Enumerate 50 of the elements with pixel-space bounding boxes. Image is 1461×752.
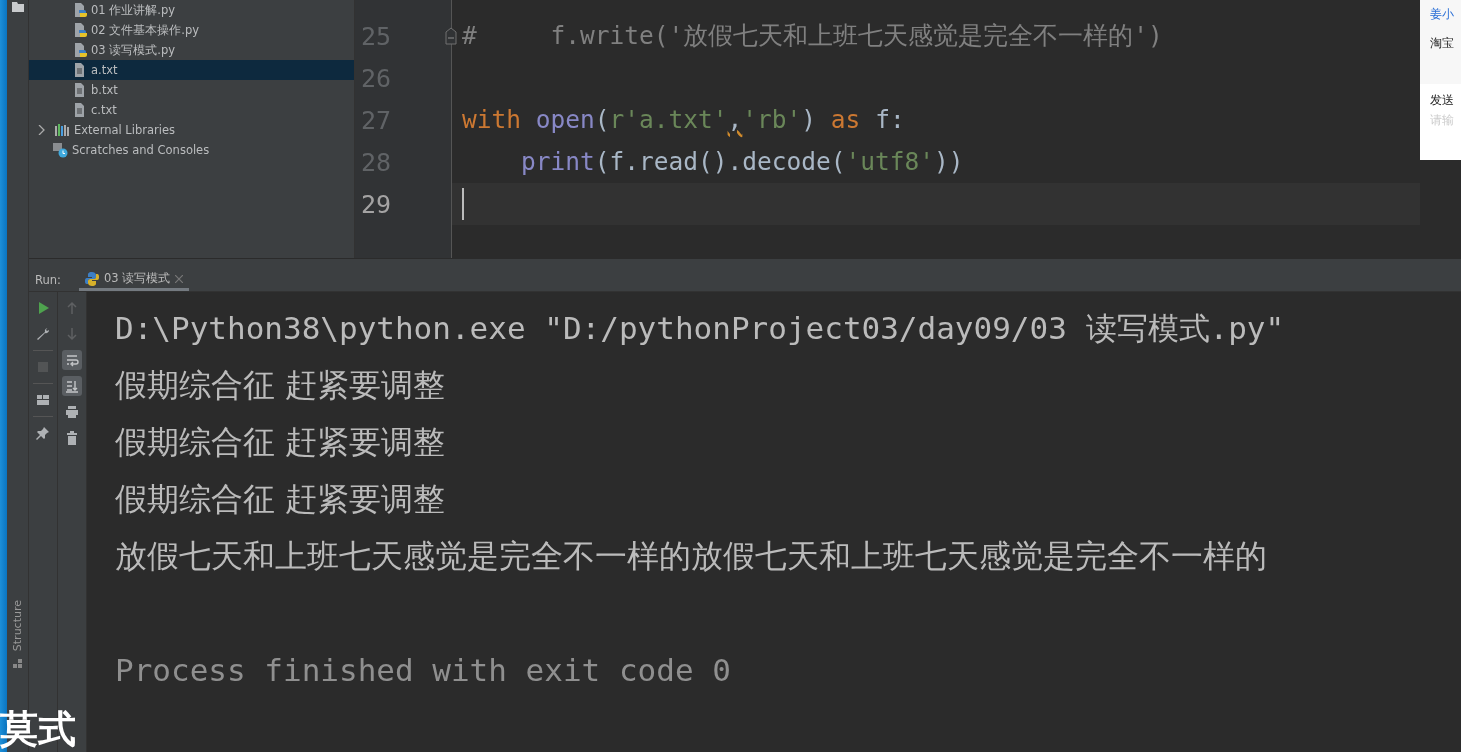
- code-line: print(f.read().decode('utf8')): [520, 146, 964, 178]
- console-line: 假期综合征 赶紧要调整: [115, 479, 447, 520]
- printer-icon: [65, 405, 79, 419]
- tree-item[interactable]: Scratches and Consoles: [29, 140, 354, 160]
- library-bars-icon: [55, 124, 70, 136]
- text-caret: [462, 188, 464, 220]
- layout-icon[interactable]: [36, 393, 50, 407]
- console-line: 放假七天和上班七天感觉是完全不一样的放假七天和上班七天感觉是完全不一样的: [115, 536, 1268, 577]
- text-file-icon: [74, 63, 87, 77]
- structure-tab[interactable]: Structure: [11, 599, 24, 668]
- scroll-to-end-icon: [65, 379, 79, 393]
- scroll-to-end-button[interactable]: [62, 376, 82, 396]
- send-label: 发送: [1430, 92, 1455, 109]
- soft-wrap-icon: [65, 353, 79, 367]
- line-number: 29: [361, 189, 392, 219]
- fold-marker-icon[interactable]: [445, 27, 457, 45]
- close-icon[interactable]: [175, 274, 184, 283]
- folder-icon[interactable]: [11, 2, 24, 12]
- tree-item[interactable]: 02 文件基本操作.py: [29, 20, 354, 40]
- tree-item[interactable]: b.txt: [29, 80, 354, 100]
- soft-wrap-button[interactable]: [62, 350, 82, 370]
- chevron-right-icon[interactable]: [37, 125, 45, 135]
- scratch-clock-icon: [53, 142, 68, 158]
- message-text: 淘宝: [1430, 35, 1455, 52]
- down-arrow-icon: [65, 327, 79, 341]
- run-icon[interactable]: [36, 301, 50, 315]
- python-file-icon: [74, 3, 87, 17]
- console-line: 假期综合征 赶紧要调整: [115, 422, 447, 463]
- code-line: with open(r'a.txt','rb') as f:: [462, 104, 905, 136]
- tree-item[interactable]: 03 读写模式.py: [29, 40, 354, 60]
- console-line: 假期综合征 赶紧要调整: [115, 365, 447, 406]
- tree-item[interactable]: a.txt: [29, 60, 354, 80]
- wrench-icon[interactable]: [36, 327, 50, 341]
- structure-icon: [13, 659, 22, 668]
- sender-name: 姜小: [1430, 6, 1455, 23]
- run-label: Run:: [35, 273, 61, 287]
- tree-item[interactable]: c.txt: [29, 100, 354, 120]
- console-line: Process finished with exit code 0: [115, 651, 732, 690]
- python-file-icon: [74, 43, 87, 57]
- console-line: D:\Python38\python.exe "D:/pythonProject03/day09/03 读写模式.py": [115, 309, 1286, 348]
- pin-icon[interactable]: [36, 426, 50, 440]
- trash-icon: [65, 431, 79, 445]
- text-file-icon: [74, 103, 87, 117]
- python-file-icon: [74, 23, 87, 37]
- tree-item[interactable]: External Libraries: [29, 120, 354, 140]
- code-line: # f.write('放假七天和上班七天感觉是完全不一样的'): [462, 20, 1163, 52]
- text-file-icon: [74, 83, 87, 97]
- tree-item[interactable]: 01 作业讲解.py: [29, 0, 354, 20]
- python-icon: [84, 271, 99, 286]
- up-arrow-icon: [65, 301, 79, 315]
